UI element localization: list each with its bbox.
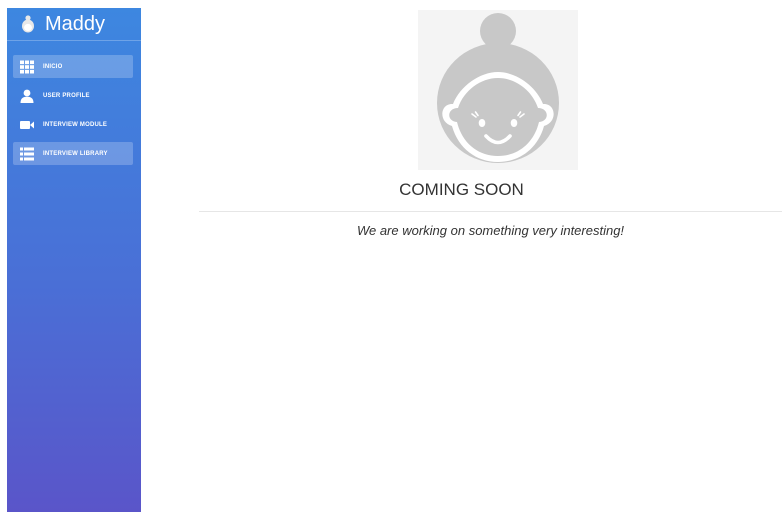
woman-avatar-icon <box>437 13 559 163</box>
coming-soon-illustration <box>418 10 578 170</box>
brand-name: Maddy <box>45 12 106 35</box>
sidebar-item-inicio[interactable]: INICIO <box>13 55 133 78</box>
sidebar-item-user-profile[interactable]: USER PROFILE <box>13 84 133 107</box>
sidebar-item-label: INTERVIEW LIBRARY <box>43 150 108 157</box>
list-icon <box>20 147 34 160</box>
video-camera-icon <box>20 120 34 129</box>
sidebar-nav: INICIO USER PROFILE INTERVIEW MODULE INT… <box>7 41 141 165</box>
sidebar-item-label: INICIO <box>43 63 63 70</box>
user-icon <box>20 89 34 103</box>
page-title: COMING SOON <box>399 180 524 199</box>
page-subtitle: We are working on something very interes… <box>356 223 625 238</box>
grid-icon <box>20 60 34 73</box>
sidebar: Maddy INICIO USER PROFILE INTERVIEW MODU… <box>7 8 141 512</box>
divider <box>199 211 782 212</box>
sidebar-item-label: INTERVIEW MODULE <box>43 121 108 128</box>
sidebar-item-interview-library[interactable]: INTERVIEW LIBRARY <box>13 142 133 165</box>
sidebar-item-label: USER PROFILE <box>43 92 90 99</box>
woman-avatar-icon <box>22 15 34 33</box>
main-content: COMING SOON We are working on something … <box>141 0 782 512</box>
brand[interactable]: Maddy <box>7 8 141 41</box>
sidebar-item-interview-module[interactable]: INTERVIEW MODULE <box>13 113 133 136</box>
